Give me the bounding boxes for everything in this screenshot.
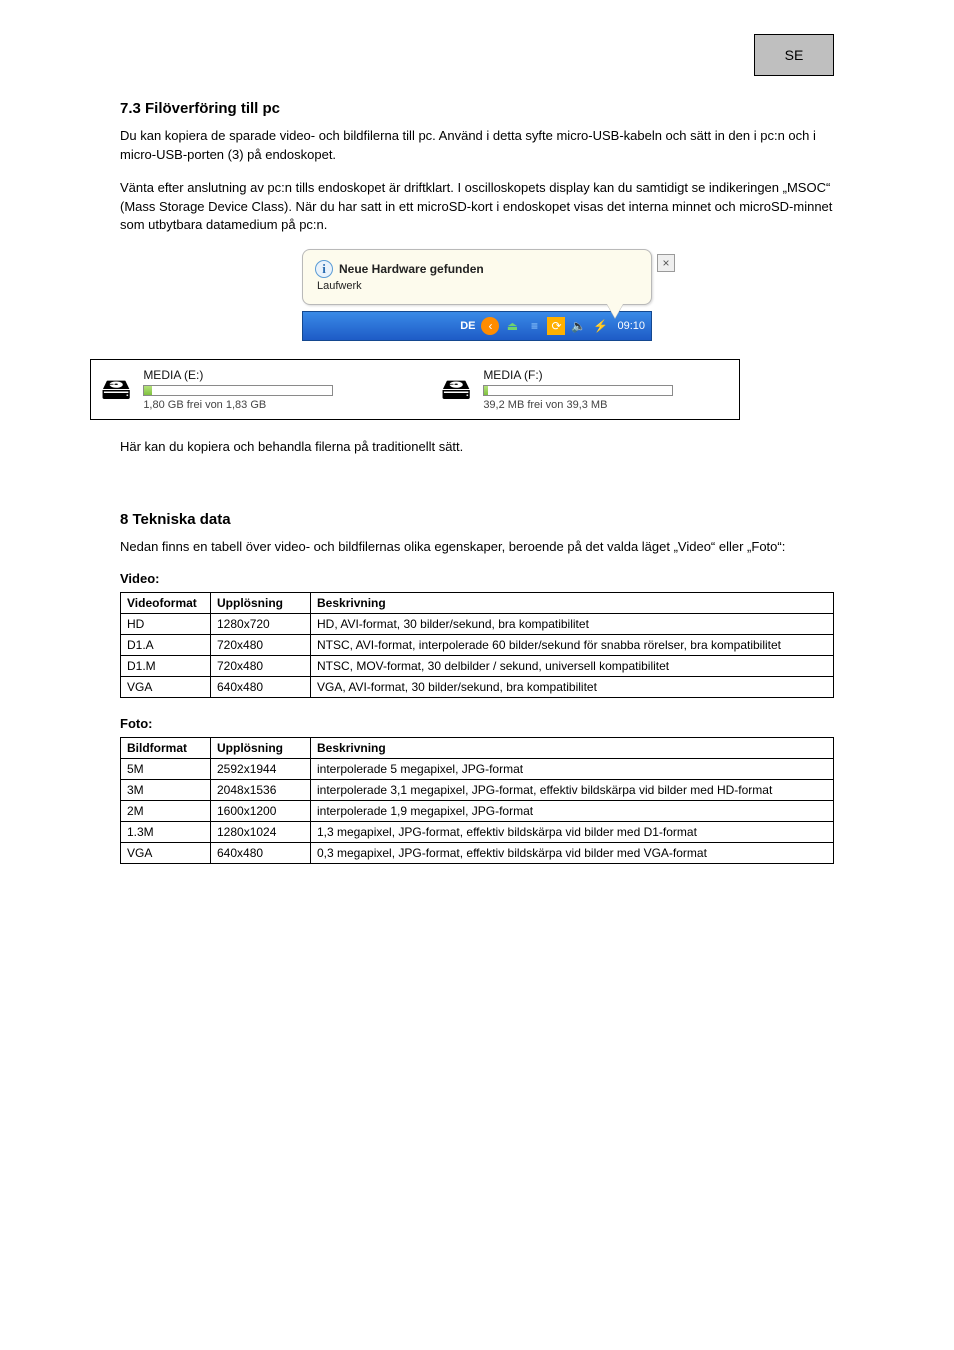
tray-volume-icon[interactable]: 🔈 bbox=[569, 317, 587, 335]
th-format: Bildformat bbox=[121, 737, 211, 758]
table-caption-video: Video: bbox=[120, 571, 834, 586]
found-hardware-balloon: × i Neue Hardware gefunden Laufwerk bbox=[302, 249, 652, 305]
drive-icon: 🖴 bbox=[101, 375, 131, 405]
table-row: 5M2592x1944interpolerade 5 megapixel, JP… bbox=[121, 758, 834, 779]
table-row: VGA640x4800,3 megapixel, JPG-format, eff… bbox=[121, 842, 834, 863]
taskbar-language[interactable]: DE bbox=[460, 320, 475, 332]
balloon-title: Neue Hardware gefunden bbox=[339, 262, 484, 276]
drive-label: MEDIA (E:) bbox=[143, 368, 333, 382]
th-resolution: Upplösning bbox=[211, 592, 311, 613]
close-icon[interactable]: × bbox=[657, 254, 675, 272]
th-resolution: Upplösning bbox=[211, 737, 311, 758]
tray-safely-remove-icon[interactable]: ⏏ bbox=[503, 317, 521, 335]
drive-e[interactable]: 🖴 MEDIA (E:) 1,80 GB frei von 1,83 GB bbox=[101, 368, 381, 411]
tray-network-icon[interactable]: ≡ bbox=[525, 317, 543, 335]
paragraph: Nedan finns en tabell över video- och bi… bbox=[120, 538, 834, 557]
th-format: Videoformat bbox=[121, 592, 211, 613]
taskbar-time: 09:10 bbox=[617, 320, 645, 332]
table-row: HD1280x720HD, AVI-format, 30 bilder/seku… bbox=[121, 613, 834, 634]
heading-file-transfer: 7.3 Filöverföring till pc bbox=[120, 100, 834, 117]
th-description: Beskrivning bbox=[311, 737, 834, 758]
drive-free-text: 39,2 MB frei von 39,3 MB bbox=[483, 399, 673, 411]
table-row: 3M2048x1536interpolerade 3,1 megapixel, … bbox=[121, 779, 834, 800]
heading-tech-data: 8 Tekniska data bbox=[120, 511, 834, 528]
table-header-row: Bildformat Upplösning Beskrivning bbox=[121, 737, 834, 758]
tray-update-icon[interactable]: ⟳ bbox=[547, 317, 565, 335]
info-icon: i bbox=[315, 260, 333, 278]
drive-free-text: 1,80 GB frei von 1,83 GB bbox=[143, 399, 333, 411]
table-row: 1.3M1280x10241,3 megapixel, JPG-format, … bbox=[121, 821, 834, 842]
table-row: VGA640x480VGA, AVI-format, 30 bilder/sek… bbox=[121, 676, 834, 697]
paragraph: Här kan du kopiera och behandla filerna … bbox=[120, 438, 834, 457]
foto-table: Bildformat Upplösning Beskrivning 5M2592… bbox=[120, 737, 834, 864]
drive-capacity-bar bbox=[143, 385, 333, 396]
taskbar: DE ‹ ⏏ ≡ ⟳ 🔈 ⚡ 09:10 bbox=[302, 311, 652, 341]
drive-icon: 🖴 bbox=[441, 375, 471, 405]
table-row: D1.A720x480NTSC, AVI-format, interpolera… bbox=[121, 634, 834, 655]
table-header-row: Videoformat Upplösning Beskrivning bbox=[121, 592, 834, 613]
screenshot-group: × i Neue Hardware gefunden Laufwerk DE ‹… bbox=[120, 249, 834, 420]
tray-back-icon[interactable]: ‹ bbox=[481, 317, 499, 335]
page-badge: SE bbox=[754, 34, 834, 76]
drive-capacity-bar bbox=[483, 385, 673, 396]
drive-f[interactable]: 🖴 MEDIA (F:) 39,2 MB frei von 39,3 MB bbox=[441, 368, 721, 411]
paragraph: Du kan kopiera de sparade video- och bil… bbox=[120, 127, 834, 165]
table-row: 2M1600x1200interpolerade 1,9 megapixel, … bbox=[121, 800, 834, 821]
th-description: Beskrivning bbox=[311, 592, 834, 613]
tray-battery-icon[interactable]: ⚡ bbox=[591, 317, 609, 335]
balloon-subtitle: Laufwerk bbox=[317, 280, 639, 292]
drive-label: MEDIA (F:) bbox=[483, 368, 673, 382]
paragraph: Vänta efter anslutning av pc:n tills end… bbox=[120, 179, 834, 236]
table-caption-foto: Foto: bbox=[120, 716, 834, 731]
drives-panel: 🖴 MEDIA (E:) 1,80 GB frei von 1,83 GB 🖴 … bbox=[90, 359, 740, 420]
video-table: Videoformat Upplösning Beskrivning HD128… bbox=[120, 592, 834, 698]
table-row: D1.M720x480NTSC, MOV-format, 30 delbilde… bbox=[121, 655, 834, 676]
balloon-tail bbox=[607, 304, 623, 318]
